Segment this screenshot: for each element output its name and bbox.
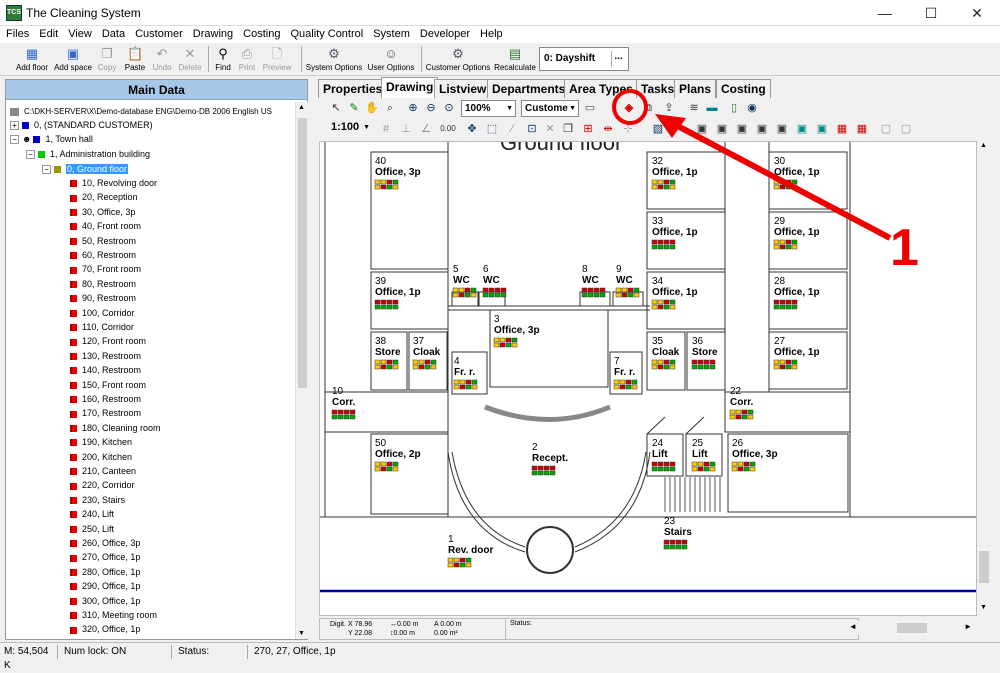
annotation-number: 1 (890, 219, 919, 277)
annotation-overlay (612, 89, 892, 241)
highlight-circle (612, 89, 648, 125)
annotation-arrow (670, 120, 892, 241)
